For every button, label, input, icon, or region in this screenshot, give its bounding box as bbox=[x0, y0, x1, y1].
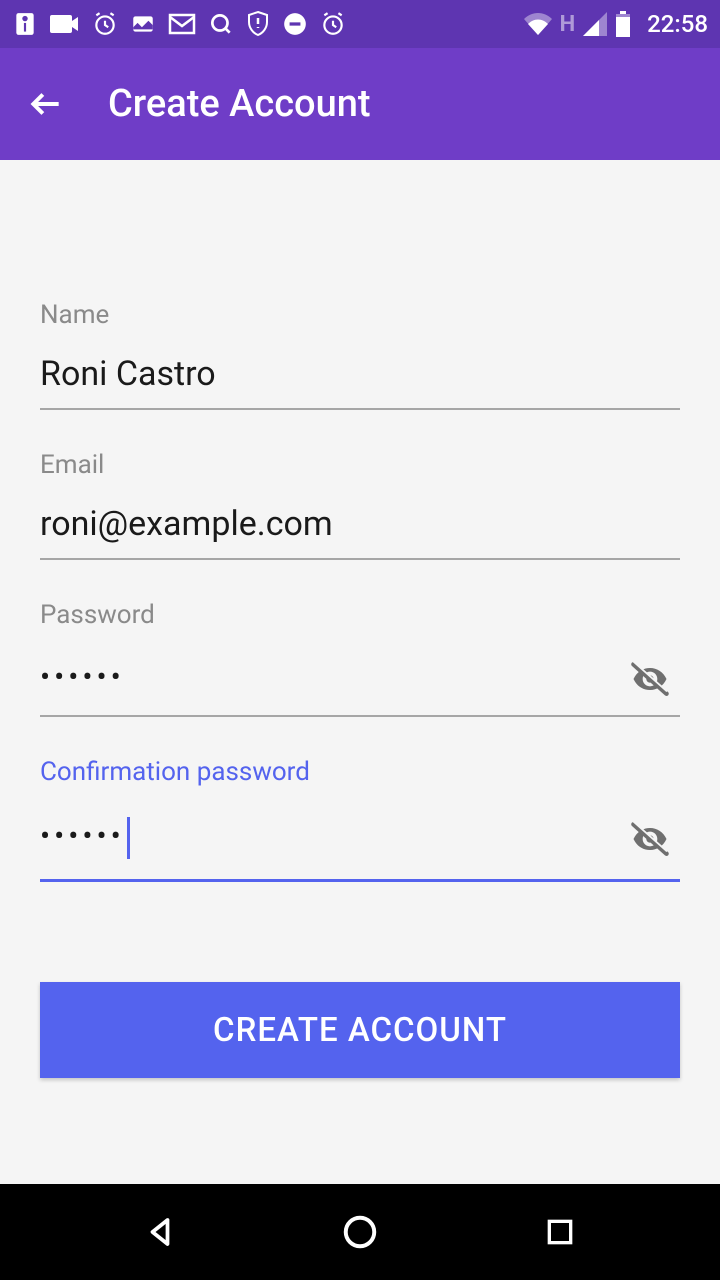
gmail-icon bbox=[168, 13, 196, 35]
app-bar: Create Account bbox=[0, 48, 720, 160]
triangle-back-icon bbox=[142, 1214, 178, 1250]
image-icon bbox=[130, 11, 156, 37]
network-h-icon: H bbox=[560, 12, 576, 37]
password-field-group: Password •••••• bbox=[40, 600, 680, 717]
text-cursor bbox=[127, 817, 130, 859]
alarm2-icon bbox=[320, 11, 346, 37]
nav-home-button[interactable] bbox=[330, 1202, 390, 1262]
eye-off-icon bbox=[628, 817, 672, 861]
confirm-password-field-group: Confirmation password •••••• bbox=[40, 757, 680, 882]
confirm-password-label: Confirmation password bbox=[40, 757, 680, 787]
square-recent-icon bbox=[544, 1216, 576, 1248]
email-field-group: Email bbox=[40, 450, 680, 560]
create-account-button[interactable]: CREATE ACCOUNT bbox=[40, 982, 680, 1078]
name-label: Name bbox=[40, 300, 680, 330]
dnd-icon bbox=[282, 11, 308, 37]
arrow-left-icon bbox=[27, 85, 65, 123]
toggle-password-visibility-button[interactable] bbox=[624, 653, 676, 705]
navigation-bar bbox=[0, 1184, 720, 1280]
password-input[interactable]: •••••• bbox=[40, 642, 624, 715]
email-input[interactable] bbox=[40, 492, 680, 558]
form: Name Email Password •••••• Confirmation … bbox=[0, 160, 720, 1078]
toggle-confirm-visibility-button[interactable] bbox=[624, 813, 676, 865]
search-chat-icon bbox=[208, 11, 234, 37]
circle-home-icon bbox=[341, 1213, 379, 1251]
camera-icon bbox=[50, 13, 80, 35]
wifi-icon bbox=[524, 13, 552, 35]
nav-recent-button[interactable] bbox=[530, 1202, 590, 1262]
email-label: Email bbox=[40, 450, 680, 480]
confirm-password-input[interactable]: •••••• bbox=[40, 799, 624, 879]
nav-back-button[interactable] bbox=[130, 1202, 190, 1262]
alarm-icon bbox=[92, 11, 118, 37]
name-input[interactable] bbox=[40, 342, 680, 408]
back-button[interactable] bbox=[24, 82, 68, 126]
status-time: 22:58 bbox=[647, 10, 708, 38]
name-field-group: Name bbox=[40, 300, 680, 410]
status-bar: H 22:58 bbox=[0, 0, 720, 48]
signal-icon bbox=[583, 12, 607, 36]
shield-icon bbox=[246, 10, 270, 38]
battery-icon bbox=[615, 11, 631, 37]
password-label: Password bbox=[40, 600, 680, 630]
eye-off-icon bbox=[628, 657, 672, 701]
page-title: Create Account bbox=[108, 82, 371, 126]
info-icon bbox=[12, 11, 38, 37]
